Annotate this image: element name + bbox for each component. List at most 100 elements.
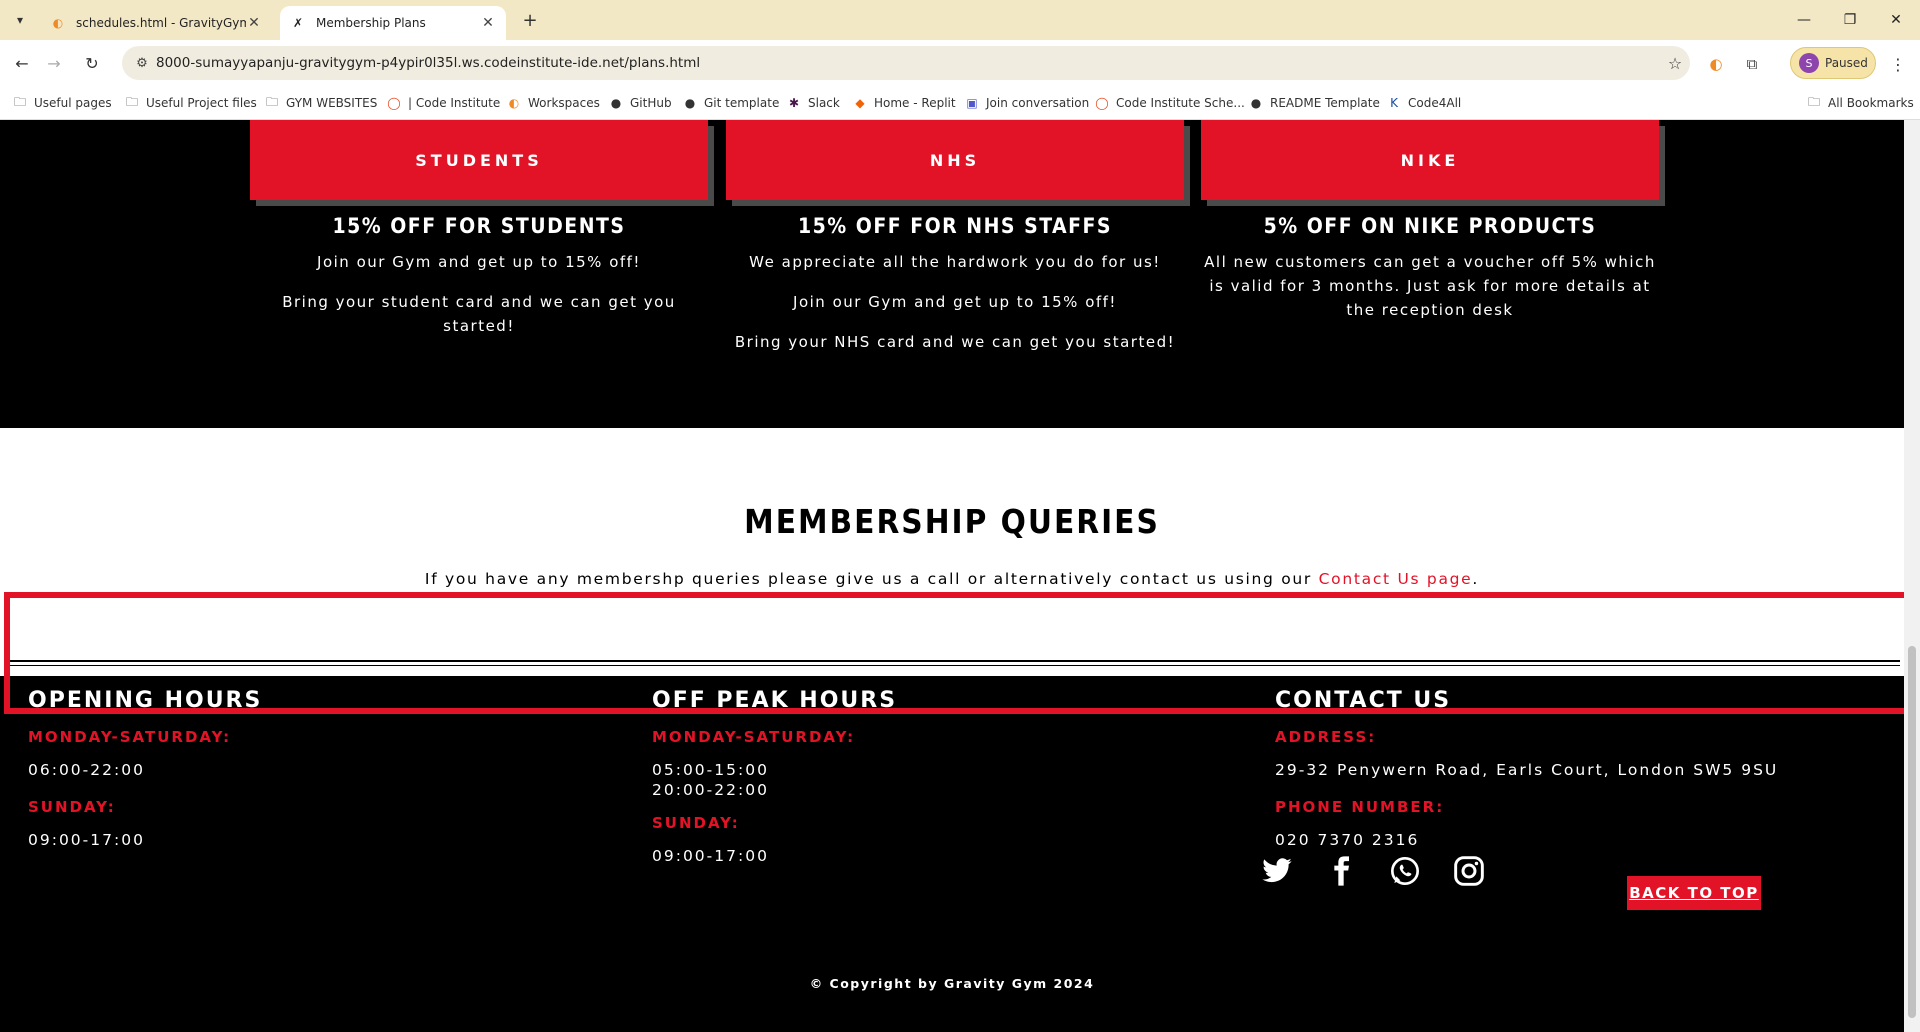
offer-title: 15% OFF FOR STUDENTS <box>332 214 626 238</box>
bookmark-link[interactable]: ◆ Home - Replit <box>852 93 955 113</box>
offer-card-nike: NIKE <box>1201 120 1659 200</box>
queries-text: If you have any membershp queries please… <box>424 570 1480 588</box>
social-links <box>1260 854 1516 888</box>
replit-icon: ◆ <box>855 96 865 110</box>
bookmark-star-icon[interactable]: ☆ <box>1660 54 1690 73</box>
address-bar[interactable]: ⚙ 8000-sumayyapanju-gravitygym-p4ypir0l3… <box>122 46 1690 80</box>
window-close-button[interactable]: ✕ <box>1876 6 1916 34</box>
bookmark-folder[interactable]: 🗀 Useful pages <box>12 93 112 113</box>
offer-title: 15% OFF FOR NHS STAFFS <box>797 214 1113 238</box>
footer-label: PHONE NUMBER: <box>1275 798 1445 816</box>
queries-title: MEMBERSHIP QUERIES <box>744 502 1160 541</box>
bookmarks-bar: 🗀 Useful pages 🗀 Useful Project files 🗀 GYM… <box>0 86 1920 120</box>
browser-toolbar: ← → ↻ ⚙ 8000-sumayyapanju-gravitygym-p4y… <box>0 40 1920 86</box>
tab-strip: ▾ ◐ schedules.html - GravityGym - C ✕ ✗ … <box>0 0 1920 40</box>
footer-label: SUNDAY: <box>652 814 740 832</box>
gitpod-icon: ◐ <box>508 96 520 110</box>
opening-hours: OPENING HOURS MONDAY-SATURDAY: 06:00-22:… <box>28 676 262 850</box>
footer-label: MONDAY-SATURDAY: <box>652 728 856 746</box>
instagram-icon[interactable] <box>1452 854 1486 888</box>
contact-us: CONTACT US ADDRESS: 29-32 Penywern Road,… <box>1275 676 1778 850</box>
offer-text: We appreciate all the hardwork you do fo… <box>749 253 1161 271</box>
tab-membership-plans[interactable]: ✗ Membership Plans ✕ <box>280 6 506 40</box>
page-viewport: STUDENTS NHS NIKE 15% OFF FOR STUDENTS J… <box>0 120 1904 1032</box>
folder-icon: 🗀 <box>13 94 26 109</box>
folder-icon: 🗀 <box>265 94 278 109</box>
off-peak-hours: OFF PEAK HOURS MONDAY-SATURDAY: 05:00-15… <box>652 676 897 866</box>
profile-button[interactable]: S Paused <box>1790 47 1876 79</box>
folder-icon: 🗀 <box>1807 94 1820 109</box>
extensions-icon[interactable]: ⧉ <box>1740 52 1764 76</box>
divider <box>4 660 1900 662</box>
scrollbar-thumb[interactable] <box>1908 646 1916 1018</box>
footer-heading: OFF PEAK HOURS <box>652 688 898 713</box>
github-icon: ● <box>610 96 622 110</box>
footer-heading: OPENING HOURS <box>28 688 263 713</box>
footer-value: 05:00-15:00 <box>652 761 769 779</box>
tab-title: Membership Plans <box>316 16 426 30</box>
browser-menu-icon[interactable]: ⋮ <box>1886 52 1910 76</box>
slack-icon: ✱ <box>788 96 800 110</box>
tab-search-button[interactable]: ▾ <box>8 8 32 32</box>
gitpod-extension-icon[interactable]: ◐ <box>1704 52 1728 76</box>
close-icon[interactable]: ✕ <box>480 15 496 31</box>
contact-us-link[interactable]: Contact Us page <box>1319 570 1473 588</box>
code-institute-icon: ◯ <box>1095 96 1109 110</box>
code-institute-icon: ◯ <box>387 96 401 110</box>
gym-icon: ✗ <box>292 16 304 30</box>
footer-value: 09:00-17:00 <box>652 847 769 865</box>
close-icon[interactable]: ✕ <box>246 15 262 31</box>
github-icon: ● <box>684 96 696 110</box>
offer-details-students: 15% OFF FOR STUDENTS Join our Gym and ge… <box>250 214 708 354</box>
footer-value: 20:00-22:00 <box>652 781 769 799</box>
bookmark-folder[interactable]: 🗀 GYM WEBSITES <box>264 93 377 113</box>
tab-schedules[interactable]: ◐ schedules.html - GravityGym - C ✕ <box>40 6 272 40</box>
restore-button[interactable]: ❐ <box>1830 6 1870 34</box>
bookmark-link[interactable]: ● README Template <box>1248 93 1380 113</box>
footer-value: 09:00-17:00 <box>28 831 145 849</box>
divider <box>4 665 1900 666</box>
whatsapp-icon[interactable] <box>1388 854 1422 888</box>
bookmark-link[interactable]: ● GitHub <box>608 93 672 113</box>
bookmark-folder[interactable]: 🗀 Useful Project files <box>124 93 257 113</box>
back-to-top-button[interactable]: BACK TO TOP <box>1627 876 1761 910</box>
footer: OPENING HOURS MONDAY-SATURDAY: 06:00-22:… <box>0 676 1904 1032</box>
avatar: S <box>1799 53 1819 73</box>
offer-text: Bring your NHS card and we can get you s… <box>734 333 1176 351</box>
forward-button[interactable]: → <box>40 49 68 77</box>
facebook-icon[interactable] <box>1324 854 1358 888</box>
reload-button[interactable]: ↻ <box>78 49 106 77</box>
twitter-icon[interactable] <box>1260 854 1294 888</box>
bookmark-link[interactable]: ● Git template <box>682 93 780 113</box>
offer-text: All new customers can get a voucher off … <box>1204 253 1656 319</box>
offer-text: Join our Gym and get up to 15% off! <box>793 293 1117 311</box>
footer-value: 06:00-22:00 <box>28 761 145 779</box>
folder-icon: 🗀 <box>125 94 138 109</box>
tab-title: schedules.html - GravityGym - C <box>76 16 246 30</box>
minimize-button[interactable]: — <box>1784 6 1824 34</box>
footer-label: ADDRESS: <box>1275 728 1377 746</box>
bookmark-link[interactable]: ◐ Workspaces <box>506 93 600 113</box>
all-bookmarks[interactable]: 🗀 All Bookmarks <box>1806 93 1914 113</box>
copyright-text: © Copyright by Gravity Gym 2024 <box>809 976 1095 991</box>
bookmark-link[interactable]: ◯ Code Institute Sche... <box>1094 93 1245 113</box>
offer-title: 5% OFF ON NIKE PRODUCTS <box>1263 214 1597 238</box>
profile-status: Paused <box>1825 56 1868 70</box>
github-icon: ● <box>1250 96 1262 110</box>
page-scrollbar[interactable] <box>1904 120 1920 1032</box>
url-text[interactable]: 8000-sumayyapanju-gravitygym-p4ypir0l35l… <box>156 55 1660 71</box>
bookmark-link[interactable]: ◯ | Code Institute <box>386 93 500 113</box>
footer-label: MONDAY-SATURDAY: <box>28 728 232 746</box>
bookmark-link[interactable]: ▣ Join conversation <box>964 93 1089 113</box>
bookmark-link[interactable]: ✱ Slack <box>786 93 840 113</box>
offer-text: Bring your student card and we can get y… <box>282 293 676 335</box>
offer-card-students: STUDENTS <box>250 120 708 200</box>
back-button[interactable]: ← <box>8 49 36 77</box>
footer-value: 29-32 Penywern Road, Earls Court, London… <box>1275 761 1779 779</box>
footer-label: SUNDAY: <box>28 798 116 816</box>
footer-value: 020 7370 2316 <box>1275 831 1420 849</box>
offers-section: STUDENTS NHS NIKE 15% OFF FOR STUDENTS J… <box>0 120 1904 428</box>
new-tab-button[interactable]: + <box>516 8 544 32</box>
site-info-icon[interactable]: ⚙ <box>128 56 156 71</box>
bookmark-link[interactable]: K Code4All <box>1386 93 1461 113</box>
